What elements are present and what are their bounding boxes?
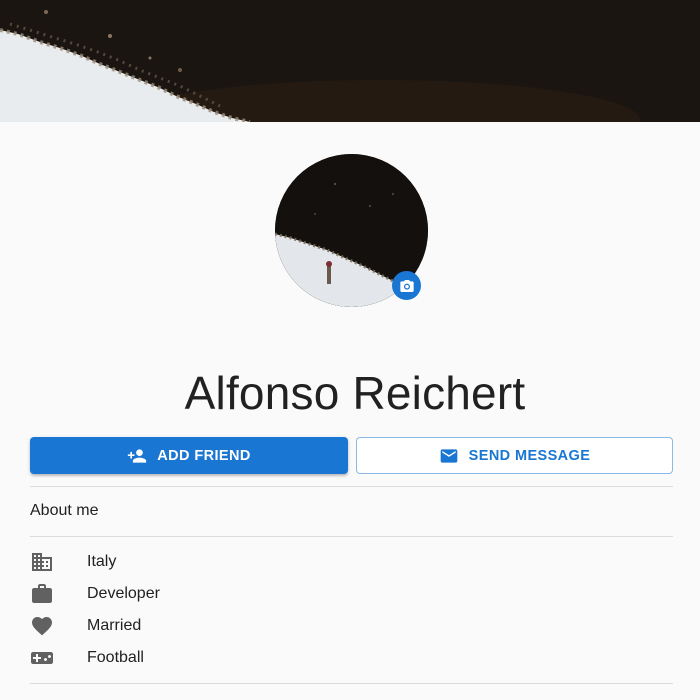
info-label: Developer: [87, 585, 160, 602]
info-row-work: Developer: [30, 579, 673, 609]
profile-page: Alfonso Reichert ADD FRIEND SEND MESSAGE…: [0, 0, 700, 700]
info-label: Football: [87, 649, 144, 666]
add-friend-button[interactable]: ADD FRIEND: [30, 437, 348, 474]
info-row-hobby: Football: [30, 643, 673, 673]
divider: [30, 683, 673, 684]
about-title: About me: [30, 502, 99, 519]
mail-icon: [440, 448, 458, 463]
camera-icon: [399, 279, 414, 292]
building-icon: [30, 550, 54, 574]
info-row-location: Italy: [30, 547, 673, 577]
divider: [30, 486, 673, 487]
info-label: Married: [87, 617, 142, 634]
send-message-button[interactable]: SEND MESSAGE: [356, 437, 673, 474]
person-add-icon: [128, 448, 147, 463]
add-friend-label: ADD FRIEND: [157, 447, 251, 464]
profile-name: Alfonso Reichert: [184, 367, 526, 419]
divider: [30, 536, 673, 537]
info-row-relationship: Married: [30, 611, 673, 641]
change-avatar-button[interactable]: [392, 271, 421, 300]
send-message-label: SEND MESSAGE: [468, 447, 591, 464]
heart-icon: [30, 614, 54, 638]
gamepad-icon: [30, 646, 54, 670]
info-label: Italy: [87, 553, 117, 570]
briefcase-icon: [30, 582, 54, 606]
cover-photo: [0, 0, 700, 122]
